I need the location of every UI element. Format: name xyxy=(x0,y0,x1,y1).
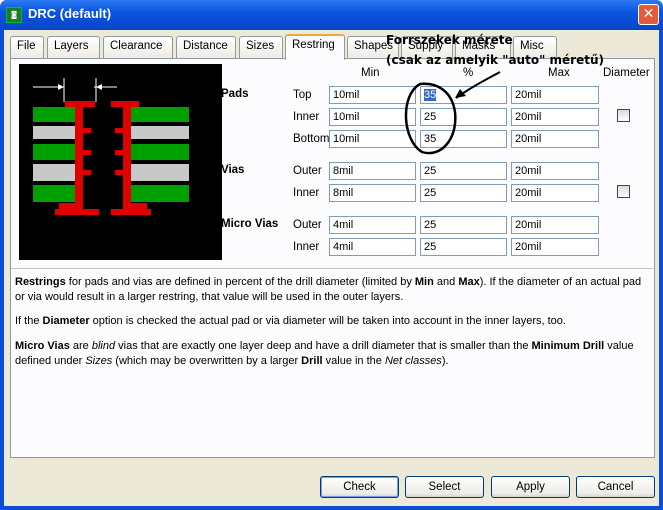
pads-bottom-max-input[interactable]: 20mil xyxy=(511,130,599,148)
vias-outer-max-input[interactable]: 20mil xyxy=(511,162,599,180)
vias-diameter-checkbox[interactable] xyxy=(617,185,630,198)
micro-vias-section-label: Micro Vias xyxy=(221,218,279,230)
help-text-run: Drill xyxy=(301,355,323,367)
pads-bottom-label: Bottom xyxy=(293,133,330,145)
tab-layers[interactable]: Layers xyxy=(47,36,100,58)
column-header-diameter: Diameter xyxy=(603,67,650,79)
tab-distance[interactable]: Distance xyxy=(176,36,236,58)
micro-vias-inner-min-input[interactable]: 4mil xyxy=(329,238,416,256)
help-text-run: (which may be overwritten by a larger xyxy=(112,355,302,367)
vias-inner-percent-input[interactable]: 25 xyxy=(420,184,507,202)
annotation-title: Forrszekek mérete xyxy=(386,33,513,47)
pads-bottom-percent-input[interactable]: 35 xyxy=(420,130,507,148)
help-text-run: Micro Vias xyxy=(15,340,70,352)
apply-button[interactable]: Apply xyxy=(491,476,570,498)
annotation-subtitle: (csak az amelyik "auto" méretű) xyxy=(386,53,604,67)
pads-diameter-checkbox[interactable] xyxy=(617,109,630,122)
micro-vias-outer-max-input[interactable]: 20mil xyxy=(511,216,599,234)
tab-clearance[interactable]: Clearance xyxy=(103,36,173,58)
cancel-button[interactable]: Cancel xyxy=(576,476,655,498)
pads-inner-percent-input[interactable]: 25 xyxy=(420,108,507,126)
help-text-run: are xyxy=(69,340,92,352)
help-text-run: option is checked the actual pad or via … xyxy=(89,315,566,327)
vias-inner-max-input[interactable]: 20mil xyxy=(511,184,599,202)
dialog-window: ◙ DRC (default) ✕ File Layers Clearance … xyxy=(0,0,663,510)
vias-outer-percent-input[interactable]: 25 xyxy=(420,162,507,180)
close-button[interactable]: ✕ xyxy=(638,4,659,25)
micro-vias-outer-label: Outer xyxy=(293,219,322,231)
micro-vias-inner-label: Inner xyxy=(293,241,320,253)
pads-top-label: Top xyxy=(293,89,312,101)
help-restrings-text: Restrings for pads and vias are defined … xyxy=(15,275,645,305)
select-button[interactable]: Select xyxy=(405,476,484,498)
help-text-run: Restrings xyxy=(15,276,66,288)
pads-top-max-input[interactable]: 20mil xyxy=(511,86,599,104)
check-button[interactable]: Check xyxy=(320,476,399,498)
help-text-run: If the xyxy=(15,315,43,327)
restring-panel: Min % Max Diameter Pads Top 10mil 35 20m… xyxy=(10,58,656,458)
help-text-run: Sizes xyxy=(85,355,113,367)
help-text-run: blind xyxy=(91,340,116,352)
vias-section-label: Vias xyxy=(221,164,245,176)
vias-inner-min-input[interactable]: 8mil xyxy=(329,184,416,202)
restring-diagram-svg xyxy=(33,78,189,215)
pads-bottom-min-input[interactable]: 10mil xyxy=(329,130,416,148)
help-text-run: value in the xyxy=(322,355,385,367)
column-header-min: Min xyxy=(361,67,380,79)
pads-top-percent-value: 35 xyxy=(424,89,437,101)
help-text-run: and xyxy=(433,276,459,288)
help-micro-vias-text: Micro Vias are blind vias that are exact… xyxy=(15,339,645,369)
vias-inner-label: Inner xyxy=(293,187,320,199)
vias-outer-label: Outer xyxy=(293,165,322,177)
column-header-percent: % xyxy=(463,67,474,79)
help-text-run: for pads and vias are defined in percent… xyxy=(65,276,415,288)
pads-section-label: Pads xyxy=(221,88,249,100)
pads-top-min-input[interactable]: 10mil xyxy=(329,86,416,104)
help-text-run: vias that are exactly one layer deep and… xyxy=(115,340,532,352)
panel-divider xyxy=(11,268,656,269)
help-diameter-text: If the Diameter option is checked the ac… xyxy=(15,314,645,329)
micro-vias-outer-percent-input[interactable]: 25 xyxy=(420,216,507,234)
window-title: DRC (default) xyxy=(28,6,112,21)
help-text-run: ). xyxy=(441,355,449,367)
micro-vias-inner-max-input[interactable]: 20mil xyxy=(511,238,599,256)
tab-sizes[interactable]: Sizes xyxy=(239,36,283,58)
help-text-run: Diameter xyxy=(42,315,90,327)
pads-top-percent-input[interactable]: 35 xyxy=(420,86,507,104)
restring-diagram xyxy=(19,64,222,260)
column-header-max: Max xyxy=(548,67,570,79)
tab-file[interactable]: File xyxy=(10,36,44,58)
micro-vias-inner-percent-input[interactable]: 25 xyxy=(420,238,507,256)
pads-inner-label: Inner xyxy=(293,111,320,123)
help-text-run: Max xyxy=(458,276,480,288)
title-bar[interactable]: ◙ DRC (default) ✕ xyxy=(0,0,663,30)
vias-outer-min-input[interactable]: 8mil xyxy=(329,162,416,180)
micro-vias-outer-min-input[interactable]: 4mil xyxy=(329,216,416,234)
eagle-app-icon: ◙ xyxy=(6,7,22,23)
tab-restring[interactable]: Restring xyxy=(285,34,345,60)
pads-inner-max-input[interactable]: 20mil xyxy=(511,108,599,126)
pads-inner-min-input[interactable]: 10mil xyxy=(329,108,416,126)
help-text-run: Net classes xyxy=(384,355,442,367)
help-text-run: Min xyxy=(414,276,434,288)
help-text-run: Minimum Drill xyxy=(531,340,605,352)
dialog-client: File Layers Clearance Distance Sizes Res… xyxy=(4,30,659,506)
